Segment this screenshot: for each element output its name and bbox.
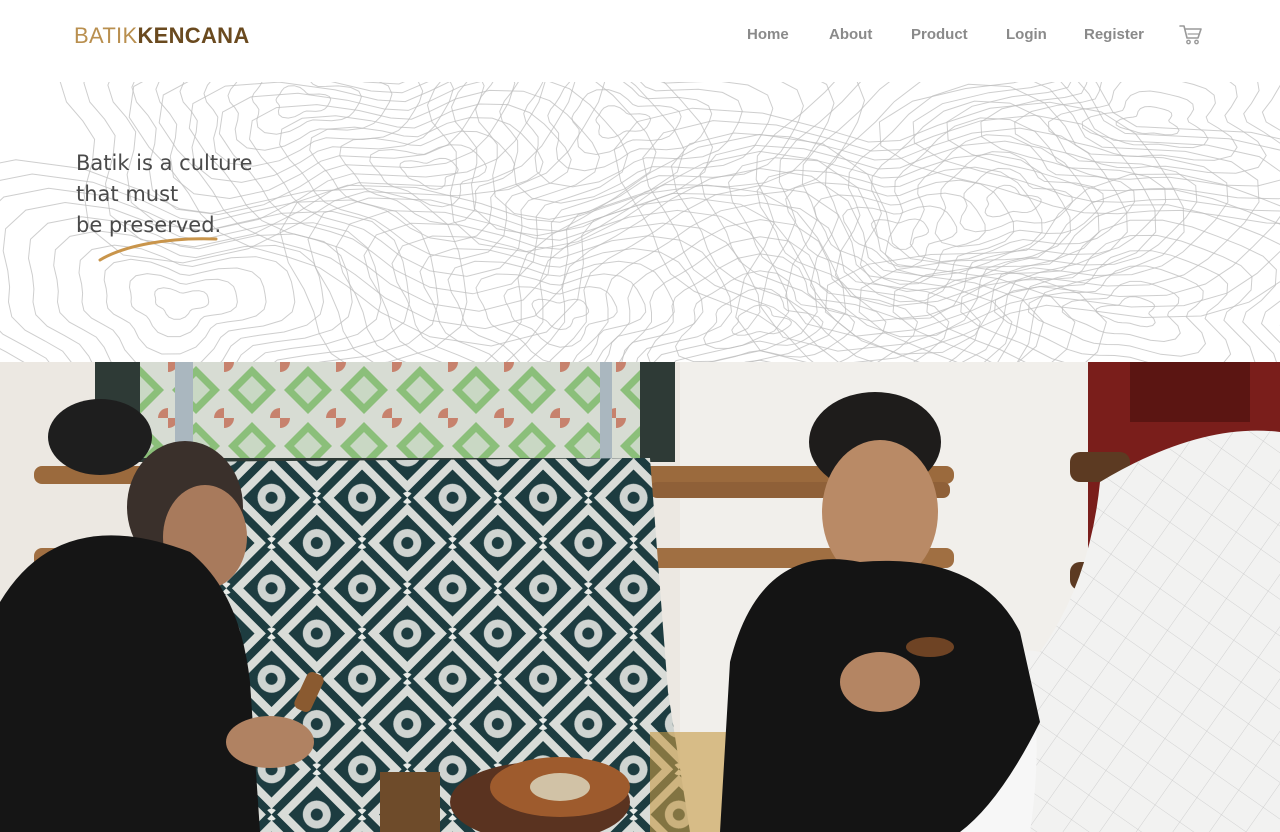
contour-line xyxy=(475,273,647,362)
contour-line xyxy=(547,82,713,172)
batik-artisans-image xyxy=(0,362,1280,832)
contour-line xyxy=(475,82,804,220)
nav-login[interactable]: Login xyxy=(1006,26,1047,44)
shopping-cart-icon[interactable] xyxy=(1179,24,1203,46)
contour-line xyxy=(154,287,210,320)
contour-line xyxy=(1115,105,1180,136)
contour-line xyxy=(128,273,238,338)
underline-swoosh xyxy=(98,237,218,262)
contour-line xyxy=(426,82,866,253)
contour-line xyxy=(227,82,393,151)
hero-section: Batik is a culture that must be preserve… xyxy=(0,82,1280,362)
contour-line xyxy=(984,184,1042,218)
hero-tagline-line-1: Batik is a culture xyxy=(76,151,253,175)
nav-product[interactable]: Product xyxy=(911,26,968,44)
contour-line xyxy=(339,130,516,225)
nav-register[interactable]: Register xyxy=(1084,26,1144,44)
contour-line xyxy=(870,218,929,250)
contour-line xyxy=(595,105,652,139)
contour-line xyxy=(824,173,1280,362)
brand-logo-bold: KENCANA xyxy=(137,23,250,48)
contour-line xyxy=(103,258,267,355)
brand-logo-light: BATIK xyxy=(74,23,138,48)
hero-tagline-line-2: that must xyxy=(76,182,179,206)
contour-line xyxy=(674,270,856,362)
contour-line xyxy=(1095,296,1156,328)
site-header: BATIKKENCANA Home About Product Login Re… xyxy=(0,0,1280,82)
contour-line xyxy=(1014,82,1267,174)
hero-photo xyxy=(0,362,1280,832)
contour-line xyxy=(912,82,1280,212)
contour-line xyxy=(1081,90,1209,149)
contour-line xyxy=(363,222,761,362)
brand-logo[interactable]: BATIKKENCANA xyxy=(74,23,250,49)
contour-line xyxy=(571,89,682,156)
contour-line xyxy=(275,85,332,119)
contour-line xyxy=(279,184,847,362)
hero-tagline: Batik is a culture that must be preserve… xyxy=(76,148,253,241)
nav-home[interactable]: Home xyxy=(747,26,789,44)
contour-line xyxy=(523,82,743,188)
contour-line xyxy=(699,140,1100,355)
nav-about[interactable]: About xyxy=(829,26,872,44)
contour-line xyxy=(1061,280,1181,343)
